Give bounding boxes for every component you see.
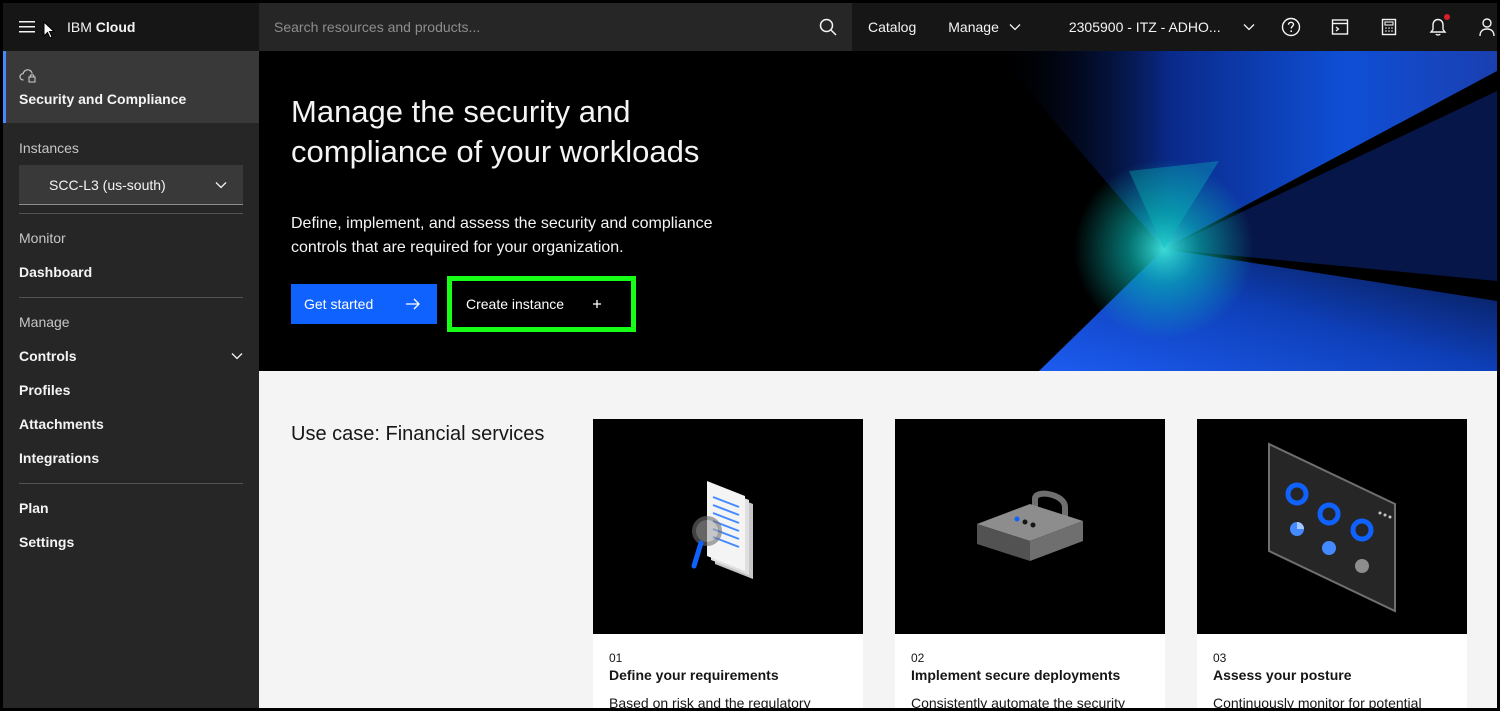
help-icon (1281, 17, 1301, 37)
hero-title: Manage the security and compliance of yo… (291, 94, 700, 169)
account-switcher[interactable]: 2305900 - ITZ - ADHO... (1037, 3, 1267, 51)
instances-label: Instances (19, 140, 79, 156)
document-magnifier-icon (691, 481, 753, 579)
sidebar-item-dashboard[interactable]: Dashboard (19, 255, 243, 289)
card-image (593, 419, 863, 634)
lock-device-icon (977, 490, 1083, 561)
use-case-card[interactable]: 01 Define your requirements Based on ris… (593, 419, 863, 711)
catalog-label: Catalog (868, 19, 917, 35)
use-case-card[interactable]: 03 Assess your posture Continuously moni… (1197, 419, 1467, 711)
search-icon (819, 18, 837, 36)
manage-label: Manage (19, 314, 70, 330)
plus-icon (593, 300, 601, 308)
divider (19, 297, 243, 298)
chevron-down-icon (215, 181, 227, 188)
get-started-label: Get started (304, 296, 374, 312)
create-instance-button[interactable]: Create instance (457, 286, 626, 322)
notification-badge (1443, 14, 1450, 20)
card-title: Define your requirements (609, 667, 779, 683)
help-button[interactable] (1267, 3, 1316, 51)
get-started-button[interactable]: Get started (291, 284, 437, 324)
sidebar-item-label: Attachments (19, 416, 104, 432)
card-image (1197, 419, 1467, 634)
sidebar-item-label: Dashboard (19, 264, 93, 280)
card-number: 03 (1213, 651, 1227, 665)
monitor-label: Monitor (19, 230, 66, 246)
catalog-link[interactable]: Catalog (852, 3, 932, 51)
instance-selected-value: SCC-L3 (us-south) (49, 176, 166, 193)
manage-label: Manage (948, 19, 999, 35)
dashboard-screen-icon (1268, 442, 1396, 613)
sidebar-item-label: Profiles (19, 382, 71, 398)
hero-banner: Manage the security and compliance of yo… (259, 51, 1497, 371)
sidebar-item-label: Settings (19, 534, 75, 550)
service-header[interactable]: Security and Compliance (3, 51, 259, 123)
divider (19, 483, 243, 484)
brand-bold: Cloud (95, 19, 136, 35)
sidebar-item-settings[interactable]: Settings (19, 525, 243, 559)
instance-select[interactable]: SCC-L3 (us-south) (19, 165, 243, 205)
cloud-shell-button[interactable] (1316, 3, 1365, 51)
sidebar-item-plan[interactable]: Plan (19, 491, 243, 525)
sidebar-item-controls[interactable]: Controls (19, 339, 243, 373)
sidebar-item-label: Controls (19, 348, 77, 364)
search-bar (259, 3, 852, 51)
sidebar-item-profiles[interactable]: Profiles (19, 373, 243, 407)
notifications-button[interactable] (1414, 3, 1463, 51)
card-description: Continuously monitor for potential (1213, 695, 1422, 711)
sidebar-item-integrations[interactable]: Integrations (19, 441, 243, 475)
search-input[interactable] (259, 3, 804, 51)
card-description: Consistently automate the security (911, 695, 1125, 711)
hamburger-icon (19, 21, 35, 33)
arrow-right-icon (406, 298, 420, 310)
card-title: Assess your posture (1213, 667, 1352, 683)
create-instance-label: Create instance (466, 296, 565, 312)
sidebar-item-attachments[interactable]: Attachments (19, 407, 243, 441)
user-icon (1479, 18, 1495, 37)
ibm-cloud-logo[interactable]: IBM Cloud (67, 19, 261, 35)
cloud-shell-icon (1331, 19, 1349, 35)
user-profile-button[interactable] (1463, 3, 1497, 51)
sidebar-item-label: Integrations (19, 450, 100, 466)
cost-estimator-button[interactable] (1365, 3, 1414, 51)
brand-light: IBM (67, 19, 96, 35)
chevron-down-icon (1243, 24, 1255, 31)
hero-description: Define, implement, and assess the securi… (291, 215, 713, 256)
manage-menu[interactable]: Manage (932, 3, 1037, 51)
use-case-card[interactable]: 02 Implement secure deployments Consiste… (895, 419, 1165, 711)
card-title: Implement secure deployments (911, 667, 1121, 683)
search-button[interactable] (804, 3, 852, 51)
top-header: IBM Cloud Catalog Manage 2305900 - ITZ -… (3, 3, 1497, 51)
card-number: 01 (609, 651, 623, 665)
mouse-cursor-icon (43, 21, 55, 39)
header-nav: Catalog Manage 2305900 - ITZ - ADHO... (852, 3, 1497, 51)
chevron-down-icon (231, 353, 243, 360)
divider (19, 213, 243, 214)
notification-icon (1429, 18, 1447, 36)
use-case-title: Use case: Financial services (291, 423, 545, 445)
use-case-section: Use case: Financial services 01 Define y… (259, 371, 1497, 711)
cost-estimator-icon (1381, 18, 1397, 36)
app-window: IBM Cloud Catalog Manage 2305900 - ITZ -… (0, 0, 1500, 711)
cloud-security-icon (19, 69, 36, 83)
sidebar-item-label: Plan (19, 500, 49, 516)
service-title: Security and Compliance (19, 91, 187, 107)
card-image (895, 419, 1165, 634)
chevron-down-icon (1009, 24, 1021, 31)
sidebar: Security and Compliance Instances SCC-L3… (3, 51, 259, 708)
account-label: 2305900 - ITZ - ADHO... (1068, 19, 1221, 35)
card-number: 02 (911, 651, 925, 665)
card-description: Based on risk and the regulatory (609, 695, 811, 711)
